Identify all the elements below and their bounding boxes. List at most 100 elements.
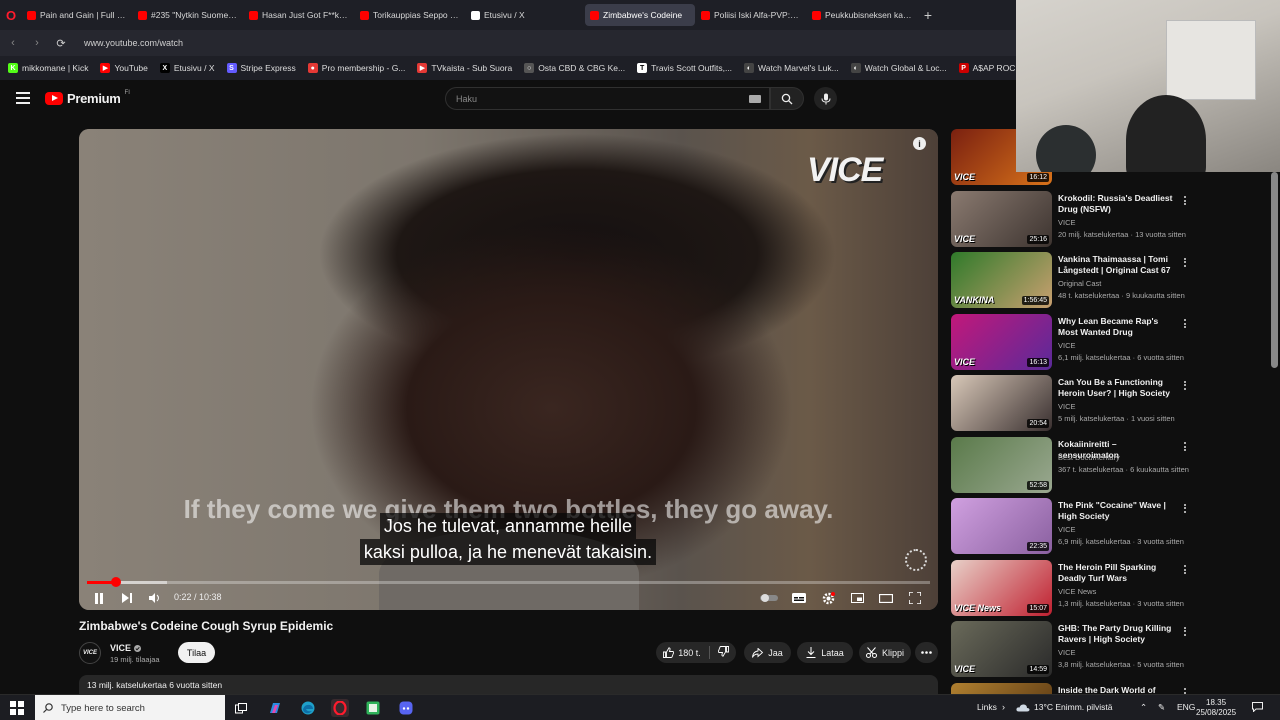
more-vertical-icon[interactable] [1184, 502, 1188, 514]
video-thumbnail[interactable]: 52:58 [951, 436, 1052, 493]
keyboard-icon[interactable] [749, 95, 761, 103]
bookmark-item[interactable]: T Travis Scott Outfits,... [637, 63, 732, 73]
search-input[interactable]: Haku [445, 87, 770, 110]
bookmark-item[interactable]: PA$AP ROCKY x PU... [958, 63, 1016, 73]
more-vertical-icon[interactable] [1184, 256, 1188, 268]
browser-tab[interactable]: #235 "Nytkin Suomessa on [133, 4, 243, 26]
video-thumbnail[interactable]: 14:59 VICE [951, 621, 1052, 677]
more-actions-button[interactable] [915, 642, 938, 663]
menu-icon[interactable] [16, 92, 30, 104]
download-button[interactable]: Lataa [797, 642, 853, 663]
url-field[interactable]: www.youtube.com/watch [84, 38, 183, 48]
voice-search-button[interactable] [814, 87, 837, 110]
video-thumbnail[interactable]: 16:13 VICE [951, 313, 1052, 370]
show-hidden-icons-icon[interactable]: ⌃ [1140, 702, 1147, 713]
new-tab-button[interactable]: + [918, 5, 938, 25]
more-vertical-icon[interactable] [1184, 195, 1188, 207]
terminal-app-icon[interactable] [364, 699, 382, 717]
more-vertical-icon[interactable] [1184, 564, 1188, 576]
browser-tab[interactable]: Torikauppias Seppo katoi [355, 4, 465, 26]
youtube-premium-logo[interactable]: Premium FI [45, 90, 130, 106]
progress-bar[interactable] [87, 577, 930, 587]
next-button[interactable] [119, 589, 135, 607]
recommended-video[interactable]: 14:59 VICE GHB: The Party Drug Killing Rav… [951, 621, 1191, 677]
recommended-video[interactable]: 20:54 Can You Be a Functioning Heroin Use… [951, 375, 1191, 431]
video-thumbnail[interactable]: 15:07 VICE News [951, 559, 1052, 616]
pause-button[interactable] [91, 589, 107, 607]
bookmark-item[interactable]: ▶ TVkaista - Sub Suora [417, 63, 512, 73]
taskbar-search-input[interactable]: Type here to search [35, 695, 225, 720]
discord-icon[interactable] [397, 699, 415, 717]
recommended-video[interactable]: 25:16 VICE Krokodil: Russia's Deadliest Dr… [951, 190, 1191, 247]
browser-tab[interactable]: Pain and Gain | Full Movie [22, 4, 132, 26]
bookmark-item[interactable]: X Etusivu / X [159, 63, 215, 73]
recommended-video[interactable]: 22:35 The Pink "Cocaine" Wave | High Soci… [951, 498, 1191, 554]
task-view-icon[interactable] [232, 699, 250, 717]
recommended-video[interactable]: 1:56:45 VANKINA Vankina Thaimaassa | Tomi … [951, 252, 1191, 308]
more-vertical-icon[interactable] [1184, 625, 1188, 637]
video-thumbnail[interactable] [951, 682, 1052, 694]
recommended-video[interactable]: 16:13 VICE Why Lean Became Rap's Most Want… [951, 313, 1191, 370]
recommended-channel[interactable]: VICE News [1058, 587, 1096, 596]
recommended-channel[interactable]: VICE [1058, 525, 1076, 534]
more-vertical-icon[interactable] [1184, 687, 1188, 695]
recommended-video[interactable]: 15:07 VICE News The Heroin Pill Sparking D… [951, 559, 1191, 616]
like-button[interactable]: 180 t. [663, 647, 701, 658]
video-thumbnail[interactable]: 20:54 [951, 375, 1052, 431]
video-player[interactable]: VICE i If they come we give them two bot… [79, 129, 938, 610]
bookmark-item[interactable]: Kmikkomane | Kick [8, 63, 88, 73]
clip-button[interactable]: Klippi [859, 642, 911, 663]
theater-mode-button[interactable] [878, 589, 894, 607]
settings-button[interactable] [820, 589, 836, 607]
reload-icon[interactable]: ⟳ [54, 37, 68, 50]
forward-arrow-icon[interactable]: › [30, 37, 44, 49]
weather-widget[interactable]: 13°C Enimm. pilvistä [1016, 702, 1113, 712]
back-arrow-icon[interactable]: ‹ [6, 37, 20, 49]
channel-avatar[interactable]: VICE [79, 642, 101, 664]
system-clock[interactable]: 18.35 25/08/2025 [1196, 698, 1236, 718]
browser-tab[interactable]: Zimbabwe's Codeine [585, 4, 695, 26]
taskbar-links[interactable]: Links [977, 702, 997, 712]
browser-tab[interactable]: Hasan Just Got F**king Ob [244, 4, 354, 26]
video-thumbnail[interactable]: 1:56:45 VANKINA [951, 252, 1052, 308]
search-button[interactable] [770, 87, 804, 110]
info-icon[interactable]: i [913, 137, 926, 150]
recommended-channel[interactable]: Original Cast [1058, 279, 1101, 288]
miniplayer-button[interactable] [849, 589, 865, 607]
video-thumbnail[interactable]: 22:35 [951, 498, 1052, 554]
bookmark-item[interactable]: ○ Osta CBD & CBG Ke... [524, 63, 625, 73]
copilot-icon[interactable] [266, 699, 284, 717]
bookmark-item[interactable]: S Stripe Express [226, 63, 296, 73]
recommended-video[interactable]: 52:58 Kokaiinireitti – sensuroimaton Best … [951, 436, 1191, 493]
recommended-channel[interactable]: VICE [1058, 402, 1076, 411]
dislike-button[interactable] [717, 646, 729, 659]
bookmark-item[interactable]: ▶ YouTube [100, 63, 148, 73]
pen-icon[interactable]: ✎ [1158, 702, 1165, 713]
more-vertical-icon[interactable] [1184, 441, 1188, 453]
recommended-channel[interactable]: VICE [1058, 218, 1076, 227]
subscribe-button[interactable]: Tilaa [178, 642, 215, 663]
bookmark-item[interactable]: ◐ Watch Marvel's Luk... [744, 63, 839, 73]
recommended-channel[interactable]: VICE [1058, 341, 1076, 350]
browser-tab[interactable]: Etusivu / X [466, 4, 576, 26]
browser-tab[interactable]: Peukkubisneksen karu ar [807, 4, 917, 26]
browser-tab[interactable]: Poliisi Iski Alfa-PVP:n my [696, 4, 806, 26]
share-button[interactable]: Jaa [744, 642, 791, 663]
autoplay-toggle[interactable] [759, 589, 779, 607]
more-vertical-icon[interactable] [1184, 379, 1188, 391]
channel-name[interactable]: VICE [110, 643, 142, 653]
opera-logo-icon[interactable]: O [0, 0, 22, 30]
edge-browser-icon[interactable] [299, 699, 317, 717]
more-vertical-icon[interactable] [1184, 318, 1188, 330]
bookmark-item[interactable]: ● Pro membership - G... [307, 63, 405, 73]
video-thumbnail[interactable]: 25:16 VICE [951, 190, 1052, 247]
tray-chevron-icon[interactable]: › [1002, 702, 1005, 712]
recommended-channel[interactable]: Best Documentary [1058, 453, 1120, 462]
windows-start-icon[interactable] [10, 701, 24, 715]
bookmark-item[interactable]: ◐ Watch Global & Loc... [850, 63, 947, 73]
fullscreen-button[interactable] [907, 589, 923, 607]
notifications-icon[interactable] [1252, 702, 1263, 714]
subtitles-button[interactable] [791, 589, 807, 607]
volume-button[interactable] [147, 589, 163, 607]
scrollbar-thumb[interactable] [1271, 172, 1278, 368]
